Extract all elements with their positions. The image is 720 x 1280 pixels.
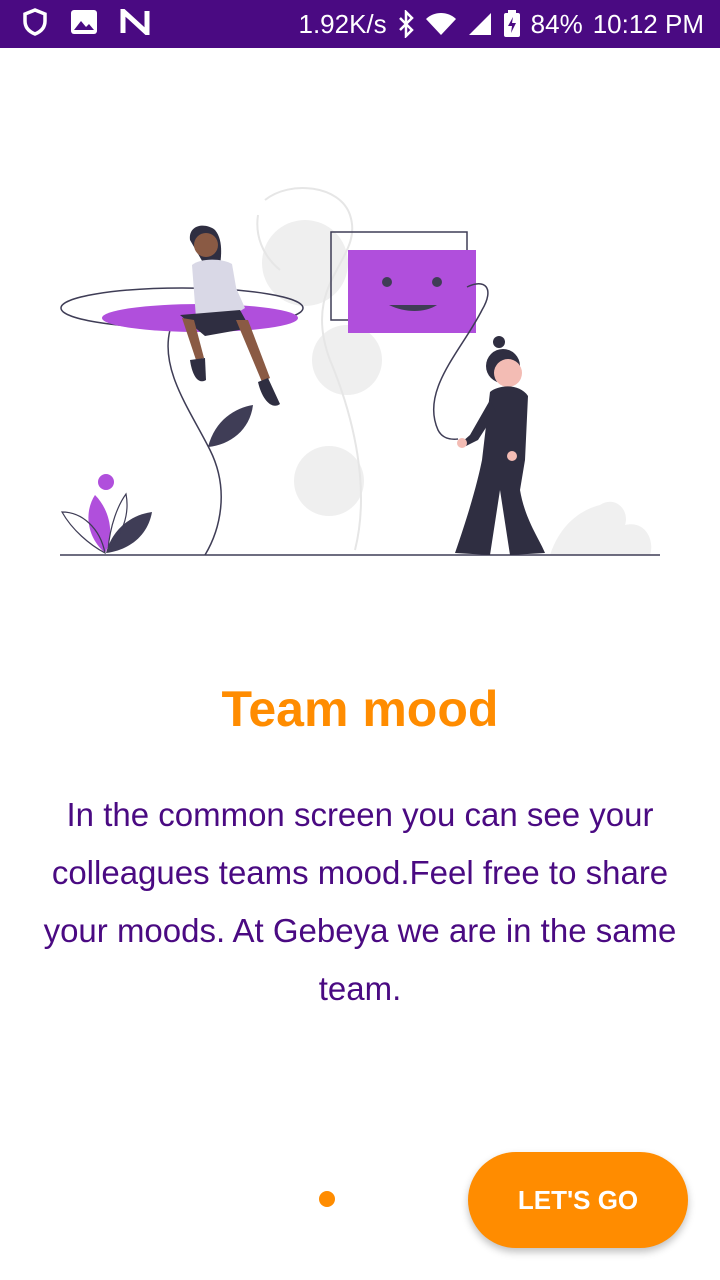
bush-shape	[550, 501, 652, 555]
plant-bud	[98, 474, 114, 490]
face-eye	[432, 277, 442, 287]
battery-percent: 84%	[530, 8, 583, 39]
lets-go-button[interactable]: LET'S GO	[468, 1152, 688, 1248]
shoe-shape	[190, 358, 206, 382]
jumpsuit-shape	[455, 386, 545, 555]
page-indicator-dot	[319, 1191, 335, 1207]
battery-icon	[503, 10, 521, 38]
team-mood-illustration	[60, 187, 660, 556]
onboarding-description: In the common screen you can see your co…	[43, 796, 677, 1007]
image-icon	[70, 9, 98, 40]
mood-screen	[348, 250, 476, 333]
shoe-shape	[258, 378, 280, 406]
clock: 10:12 PM	[592, 8, 704, 39]
shield-icon	[22, 7, 48, 41]
hand-shape	[457, 438, 467, 448]
head-shape	[194, 233, 218, 257]
head-shape	[494, 359, 522, 387]
face-eye	[382, 277, 392, 287]
hair-bun	[493, 336, 505, 348]
status-bar: 1.92K/s 84% 10:12 PM	[0, 0, 720, 48]
leaf-shape	[208, 405, 253, 447]
plant-leaf	[106, 512, 152, 553]
signal-icon	[467, 11, 493, 37]
n-logo-icon	[120, 4, 150, 40]
wifi-icon	[425, 11, 457, 37]
bg-circle	[294, 446, 364, 516]
page-title: Team mood	[221, 681, 499, 737]
network-speed: 1.92K/s	[298, 8, 387, 39]
bg-circle	[262, 220, 348, 306]
bluetooth-icon	[397, 10, 415, 38]
hand-shape	[507, 451, 517, 461]
